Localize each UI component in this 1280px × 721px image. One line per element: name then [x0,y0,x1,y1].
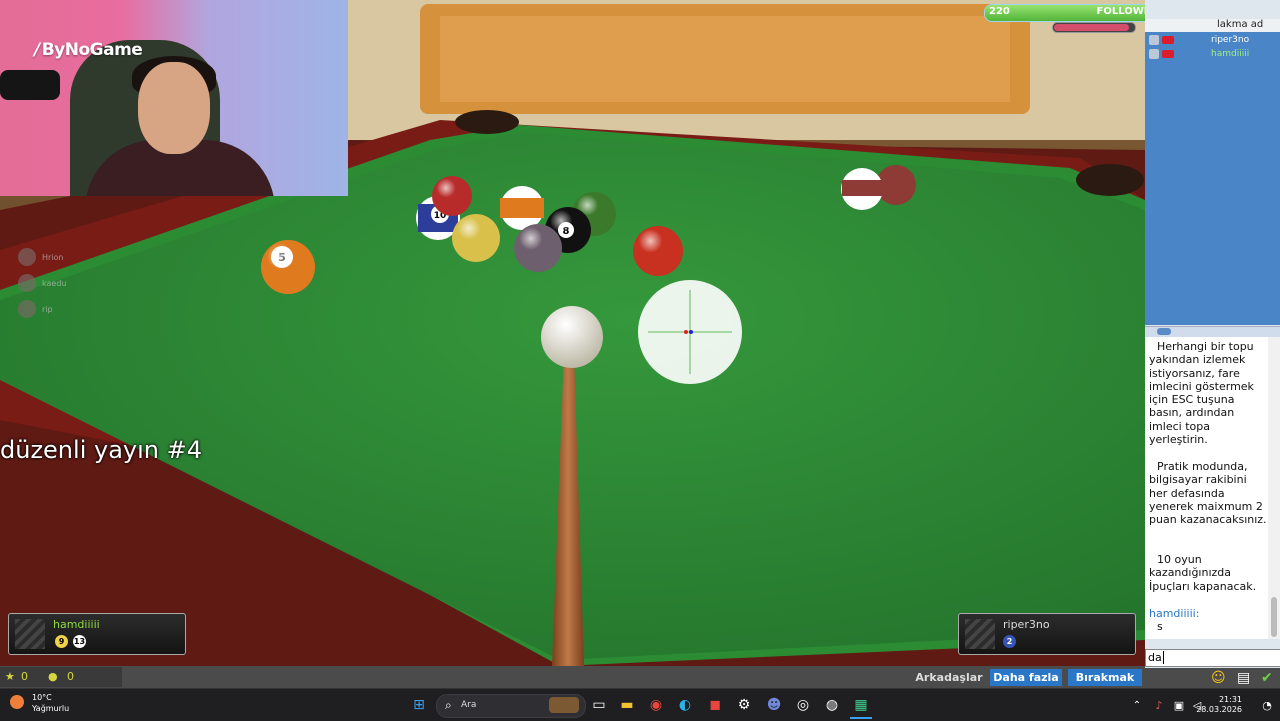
app-icon[interactable]: ◼ [704,693,726,717]
viewer-item: kaedu [18,270,66,296]
user-icon [1149,49,1159,59]
chat-tip: Herhangi bir topu yakından izlemek istiy… [1149,340,1254,447]
user-item[interactable]: riper3no [1149,34,1249,46]
chat-message: s [1157,620,1163,633]
start-icon[interactable]: ⊞ [408,693,430,717]
game-scene[interactable]: 5 10 8 [0,0,1145,666]
ball-icon: 2 [1003,635,1016,648]
file-explorer-icon[interactable]: ▬ [616,693,638,717]
user-list [1145,19,1280,325]
taskbar-clock[interactable]: 21:31 28.03.2026 [1196,695,1242,715]
flag-icon [1162,50,1174,58]
flag-icon [1162,36,1174,44]
cue-ball [541,306,603,368]
avatar [18,248,36,266]
leave-button[interactable]: Bırakmak [1068,669,1142,686]
player-avatar [15,619,45,649]
player-card-left: hamdiiiii 9 13 [8,613,186,655]
bynogame-logo: / ByNoGame [34,40,143,60]
discord-icon[interactable]: ☻ [763,693,785,717]
notification-icon[interactable]: ◔ [1260,693,1274,717]
player-name: hamdiiiii [53,618,100,631]
chat-tip: 10 oyun kazandığınızda İpuçları kapanaca… [1149,553,1257,593]
ball-icon: 13 [73,635,86,648]
aim-target[interactable] [638,280,742,384]
user-icon [1149,35,1159,45]
player-name: riper3no [1003,618,1050,631]
chat-tip: Pratik modunda, bilgisayar rakibini her … [1149,460,1267,527]
userlist-scrollbar[interactable] [1145,326,1280,337]
chat-log: Herhangi bir topu yakından izlemek istiy… [1145,337,1268,639]
mic-icon[interactable]: ♪ [1152,693,1166,717]
tray-chevron-icon[interactable]: ⌃ [1130,693,1144,717]
stream-caption: düzenli yayın #4 [0,436,202,464]
smiley-icon[interactable]: ☺ [1211,668,1226,688]
app-icon[interactable]: ◎ [792,693,814,717]
taskbar-search[interactable]: ⌕ Ara [436,694,586,718]
edge-icon[interactable]: ◐ [674,693,696,717]
avatar [18,300,36,318]
chrome-icon[interactable]: ◉ [645,693,667,717]
score-bar: ★ 0 ● 0 [0,667,122,687]
star-icon: ★ [5,670,15,683]
check-icon[interactable]: ✔ [1261,668,1273,688]
chat-bubble-icon[interactable]: ▤ [1237,668,1250,688]
network-icon[interactable]: ▣ [1172,693,1186,717]
viewer-item: Hrion [18,244,66,270]
chat-username: hamdiiiii: [1149,607,1200,620]
search-highlight-image [549,697,579,713]
viewer-list: Hrion kaedu rip [18,244,66,322]
steam-icon[interactable]: ⚙ [733,693,755,717]
obs-icon[interactable]: ◍ [821,693,843,717]
user-item[interactable]: hamdiiiii [1149,48,1249,60]
webcam-overlay: / ByNoGame [0,0,348,196]
ball-icon: 9 [55,635,68,648]
windows-taskbar: 10°C Yağmurlu ⊞ ⌕ Ara ▭ ▬ ◉ ◐ ◼ ⚙ ☻ ◎ ◍ … [0,688,1280,721]
friends-button[interactable]: Arkadaşlar [914,669,984,686]
chat-input[interactable]: da [1145,649,1280,667]
player-avatar [965,619,995,649]
game-app-icon[interactable]: ▦ [850,693,872,719]
chat-scrollbar[interactable] [1268,337,1280,639]
user-list-header[interactable]: lakma ad [1145,19,1280,32]
chat-actions: ☺ ▤ ✔ [1145,668,1280,688]
coin-icon: ● [48,670,58,683]
player-card-right: riper3no 2 [958,613,1136,655]
weather-icon [10,695,24,709]
search-icon: ⌕ [445,698,452,712]
task-view-icon[interactable]: ▭ [588,693,610,717]
power-meter [1052,22,1136,33]
followers-progress: 220 FOLLOWERS 300 [984,4,1145,22]
avatar [18,274,36,292]
viewer-item: rip [18,296,66,322]
ball-5: 5 [261,240,315,294]
more-button[interactable]: Daha fazla [990,669,1062,686]
